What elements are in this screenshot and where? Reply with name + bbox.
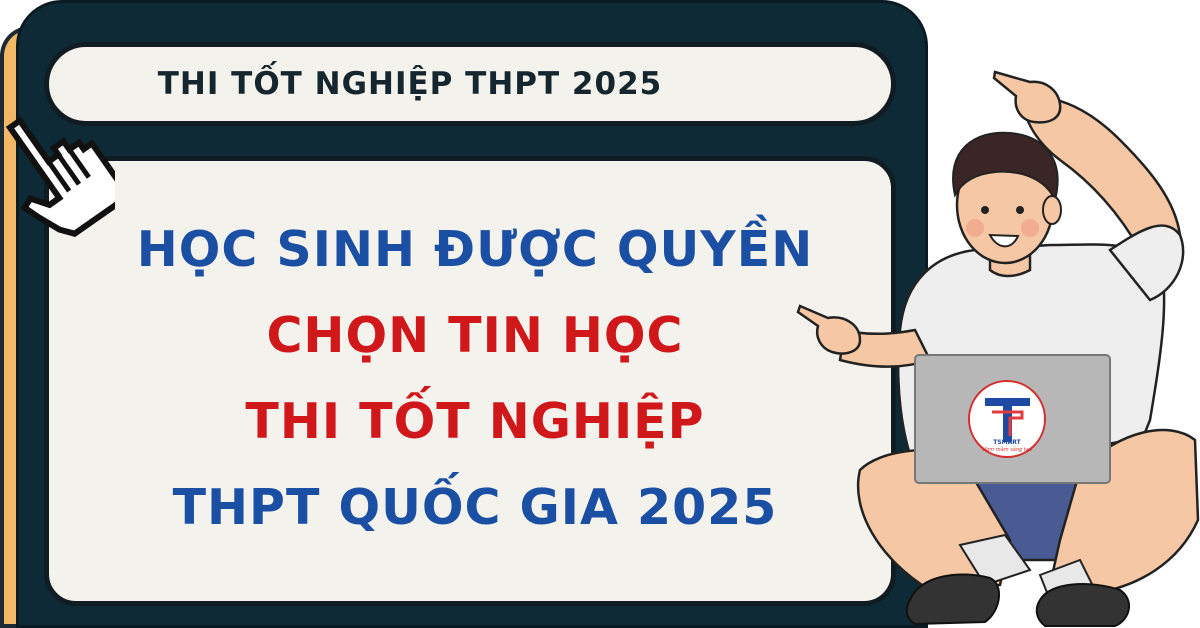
banner: THI TỐT NGHIỆP THPT 2025 HỌC SINH ĐƯỢC Q… bbox=[0, 0, 1200, 628]
headline-line-4: THPT QUỐC GIA 2025 bbox=[172, 479, 778, 536]
logo-tagline: Ươm mầm sáng tạo bbox=[982, 447, 1032, 453]
headline-line-2: CHỌN TIN HỌC bbox=[266, 307, 684, 364]
student-illustration bbox=[796, 70, 1200, 627]
logo-brand: TSMART bbox=[993, 439, 1021, 446]
headline-panel: HỌC SINH ĐƯỢC QUYỀN CHỌN TIN HỌC THI TỐT… bbox=[44, 156, 896, 606]
headline-line-1: HỌC SINH ĐƯỢC QUYỀN bbox=[136, 221, 814, 278]
header-title: THI TỐT NGHIỆP THPT 2025 bbox=[157, 66, 663, 102]
headline-line-3: THI TỐT NGHIỆP bbox=[245, 393, 705, 450]
pointer-hand-icon bbox=[5, 116, 115, 237]
header-pill: THI TỐT NGHIỆP THPT 2025 bbox=[44, 42, 896, 126]
